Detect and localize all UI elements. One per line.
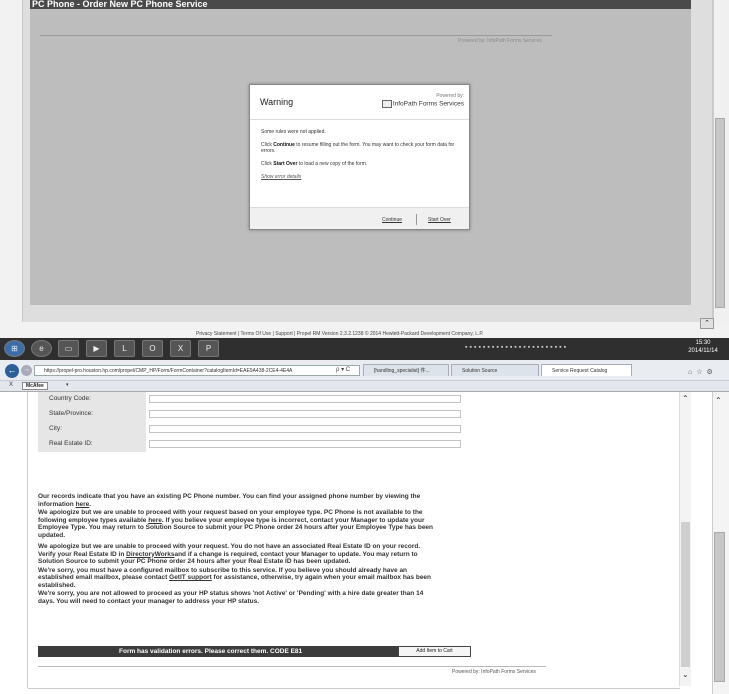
dialog-brand: Powered by: InfoPath Forms Services: [381, 93, 464, 113]
here-link[interactable]: here: [148, 517, 162, 524]
tab-handling-specialist[interactable]: [handling_specialist] 件...: [363, 364, 449, 376]
message-existing-number: Our records indicate that you have an ex…: [38, 493, 433, 508]
city-field[interactable]: [149, 425, 461, 433]
scroll-down-arrow-icon[interactable]: ⌄: [682, 670, 689, 679]
dialog-continue-hint: Click Continue to resume filling out the…: [261, 142, 461, 154]
dialog-message: Some rules were not applied.: [261, 129, 326, 135]
powered-by-text: Powered by: InfoPath Forms Services: [458, 38, 542, 44]
back-button[interactable]: ←: [5, 364, 19, 378]
outlook-icon[interactable]: O: [142, 340, 163, 357]
continue-button[interactable]: Continue: [382, 217, 402, 223]
scrollbar-thumb[interactable]: [715, 118, 725, 308]
forward-button[interactable]: →: [21, 365, 32, 376]
folder-icon[interactable]: ▭: [58, 340, 79, 357]
dialog-title: Warning: [260, 97, 294, 107]
chevron-down-icon[interactable]: ▾: [66, 382, 69, 388]
hint-bold: Continue: [273, 142, 295, 148]
warning-dialog: Warning Powered by: InfoPath Forms Servi…: [249, 84, 470, 230]
message-text: Our records indicate that you have an ex…: [38, 493, 421, 508]
taskbar: ⊞ e ▭ ▶ L O X P ▪▪▪▪▪▪▪▪▪▪▪▪▪▪▪▪▪▪▪▪▪▪▪ …: [0, 338, 729, 360]
infopath-brand-name: InfoPath Forms Services: [392, 100, 464, 108]
hint-prefix: Click: [261, 161, 274, 167]
start-over-button[interactable]: Start Over: [428, 217, 451, 223]
address-bar[interactable]: https://propel-pro.houston.hp.com/propel…: [34, 365, 360, 376]
tab-solution-source[interactable]: Solution Source: [451, 364, 539, 376]
message-employee-type: We apologize but we are unable to procee…: [38, 509, 433, 539]
excel-icon[interactable]: X: [170, 340, 191, 357]
browser-toolbar-icons[interactable]: ⌂☆⚙: [688, 368, 717, 376]
scroll-to-top-button[interactable]: ⌃: [700, 318, 714, 329]
dialog-startover-hint: Click Start Over to load a new copy of t…: [261, 161, 461, 167]
message-text: .: [89, 500, 92, 508]
real-estate-id-label: Real Estate ID:: [49, 440, 93, 447]
infopath-icon: [381, 100, 392, 108]
scroll-up-arrow-icon[interactable]: ⌃: [682, 394, 689, 403]
state-province-field[interactable]: [149, 410, 461, 418]
start-button[interactable]: ⊞: [4, 340, 25, 357]
close-icon[interactable]: X: [9, 382, 13, 388]
dialog-footer: Continue Start Over: [250, 207, 469, 229]
top-window: PC Phone - Order New PC Phone Service Po…: [0, 0, 729, 340]
show-error-details-link[interactable]: Show error details: [261, 174, 301, 180]
site-footer: Privacy Statement | Terms Of Use | Suppo…: [196, 331, 484, 337]
dialog-separator: [250, 119, 469, 120]
form-bottom-border: [28, 688, 680, 689]
validation-messages: Our records indicate that you have an ex…: [38, 493, 433, 606]
divider: [38, 666, 546, 667]
add-item-to-cart-button[interactable]: Add Item to Cart: [398, 646, 471, 657]
system-tray-icons[interactable]: ▪▪▪▪▪▪▪▪▪▪▪▪▪▪▪▪▪▪▪▪▪▪▪: [465, 344, 568, 351]
page-title: PC Phone - Order New PC Phone Service: [30, 0, 691, 9]
powerpoint-icon[interactable]: P: [198, 340, 219, 357]
footer-divider: [416, 214, 417, 225]
state-province-label: State/Province:: [49, 410, 94, 417]
getit-support-link[interactable]: GetIT support: [169, 574, 212, 581]
lync-icon[interactable]: L: [114, 340, 135, 357]
browser-chrome: – ▫ ✕ ← → https://propel-pro.houston.hp.…: [0, 355, 729, 392]
page-scrollbar-thumb[interactable]: [714, 532, 725, 682]
media-player-icon[interactable]: ▶: [86, 340, 107, 357]
mcafee-button[interactable]: McAfee: [22, 382, 48, 390]
hint-bold: Start Over: [273, 161, 298, 167]
country-code-label: Country Code:: [49, 395, 91, 402]
ie-icon[interactable]: e: [31, 340, 52, 357]
window-controls[interactable]: – ▫ ✕: [675, 354, 701, 362]
add-on-bar: X McAfee ▾: [0, 380, 729, 391]
hint-suffix: to load a new copy of the form.: [297, 161, 368, 167]
clock-time: 15:30: [695, 340, 711, 346]
here-link[interactable]: here: [76, 501, 90, 508]
directoryworks-link[interactable]: DirectoryWorks: [126, 551, 174, 558]
country-code-field[interactable]: [149, 395, 461, 403]
city-label: City:: [49, 425, 62, 432]
validation-error-text: Form has validation errors. Please corre…: [119, 648, 303, 655]
message-hp-status: We're sorry, you are not allowed to proc…: [38, 590, 424, 605]
divider: [40, 35, 552, 36]
clock[interactable]: 15:30 2014/11/14: [683, 339, 723, 355]
real-estate-id-field[interactable]: [149, 440, 461, 448]
form-border: [27, 392, 28, 688]
dialog-powered-label: Powered by:: [436, 93, 464, 99]
powered-by-text: Powered by: InfoPath Forms Services: [452, 669, 536, 675]
address-bar-controls[interactable]: ρ ▾ C: [336, 366, 350, 373]
message-mailbox: We're sorry, you must have a configured …: [38, 567, 433, 590]
infopath-logo: InfoPath Forms Services: [381, 100, 464, 108]
tab-service-request-catalog[interactable]: Service Request Catalog: [541, 364, 632, 376]
page-scroll-up-icon[interactable]: ⌃: [715, 396, 722, 405]
form-page: Country Code: State/Province: City: Real…: [0, 392, 729, 694]
message-real-estate-id: We apologize but we are unable to procee…: [38, 543, 433, 566]
form-scrollbar-thumb[interactable]: [681, 522, 690, 667]
